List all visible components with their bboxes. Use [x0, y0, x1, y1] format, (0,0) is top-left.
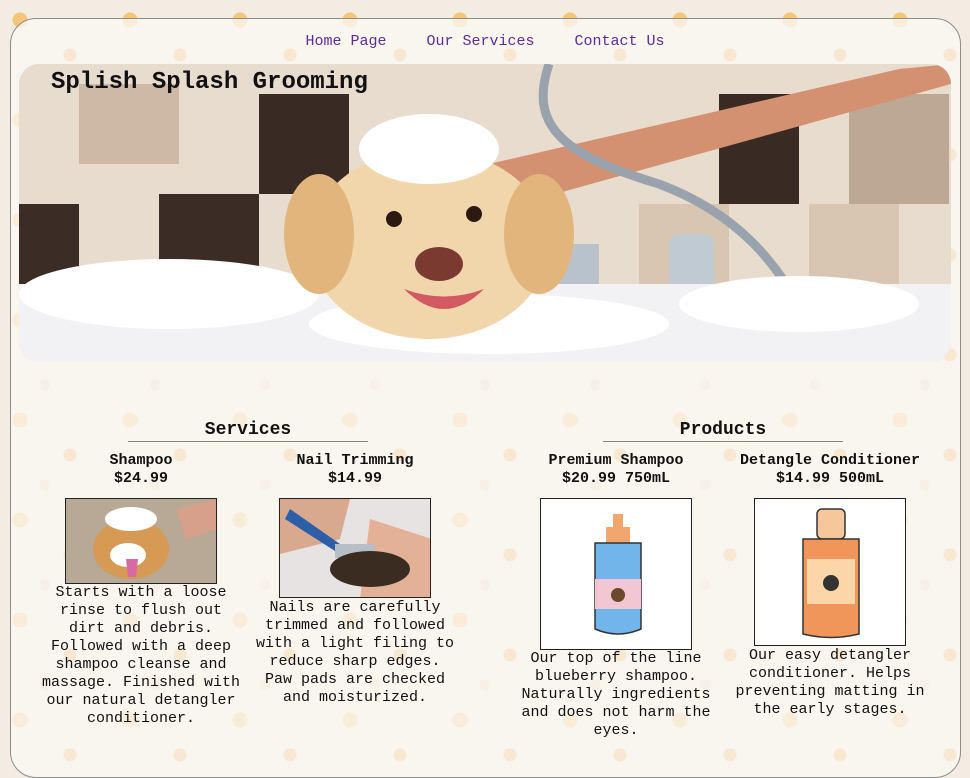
product-desc-premium-shampoo: Our top of the line blueberry shampoo. N…: [521, 650, 711, 739]
service-desc-nail-trimming: Nails are carefully trimmed and followed…: [255, 599, 455, 706]
premium-shampoo-product-image: [540, 498, 692, 650]
services-heading: Services: [204, 420, 292, 440]
service-name: Nail Trimming: [296, 452, 414, 469]
nail-trimming-service-photo: [279, 498, 431, 598]
product-price: $14.99 500mL: [775, 470, 885, 487]
nav-contact-link[interactable]: Contact Us: [575, 33, 665, 50]
shampoo-service-photo: [65, 498, 217, 584]
product-price: $20.99 750mL: [561, 470, 671, 487]
hero-banner: Splish Splash Grooming: [19, 64, 951, 362]
product-name: Detangle Conditioner: [739, 452, 921, 469]
nav-home-link[interactable]: Home Page: [305, 33, 386, 50]
service-item-nail-trimming: Nail Trimming $14.99: [254, 452, 456, 488]
product-name: Premium Shampoo: [548, 452, 684, 469]
service-desc-shampoo: Starts with a loose rinse to flush out d…: [41, 584, 241, 727]
site-title: Splish Splash Grooming: [51, 69, 368, 96]
services-divider: [128, 441, 368, 442]
hero-dog-bath-image: [19, 64, 951, 362]
service-name: Shampoo: [109, 452, 173, 469]
product-desc-detangle-conditioner: Our easy detangler conditioner. Helps pr…: [735, 647, 925, 718]
service-item-shampoo: Shampoo $24.99: [40, 452, 242, 488]
main-nav: Home Page Our Services Contact Us: [0, 33, 970, 50]
service-price: $14.99: [327, 470, 382, 487]
service-price: $24.99: [113, 470, 168, 487]
products-divider: [603, 441, 843, 442]
detangle-conditioner-product-image: [754, 498, 906, 646]
nav-services-link[interactable]: Our Services: [426, 33, 534, 50]
products-heading: Products: [679, 420, 767, 440]
product-item-premium-shampoo: Premium Shampoo $20.99 750mL: [515, 452, 717, 488]
product-item-detangle-conditioner: Detangle Conditioner $14.99 500mL: [729, 452, 931, 488]
